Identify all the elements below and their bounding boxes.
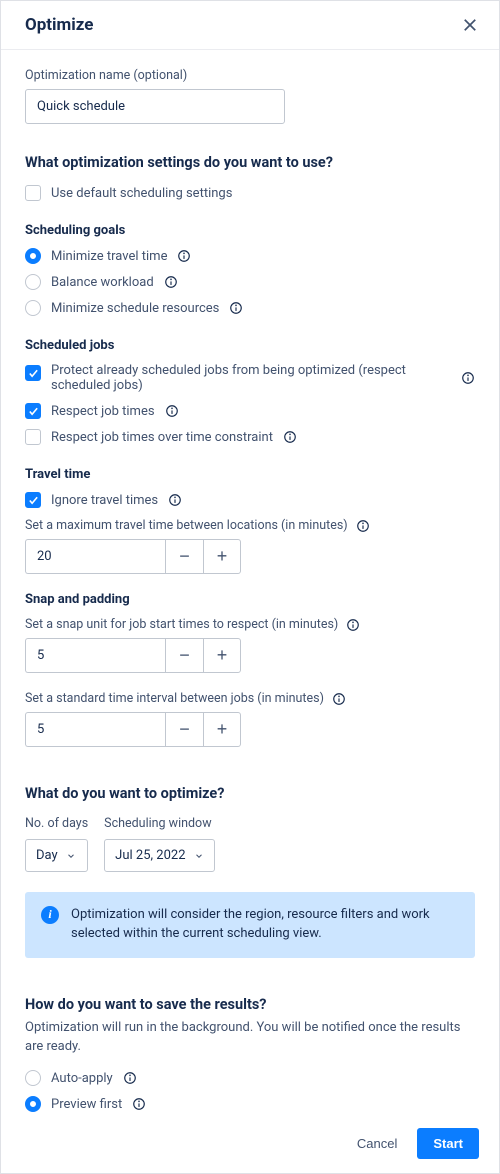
max-travel-input[interactable]: [25, 539, 165, 574]
snap-unit-decrement[interactable]: −: [165, 638, 203, 673]
jobs-subsection: Scheduled jobs Protect already scheduled…: [25, 338, 475, 445]
goals-subsection: Scheduling goals Minimize travel time Ba…: [25, 223, 475, 316]
snap-subsection: Snap and padding Set a snap unit for job…: [25, 592, 475, 747]
info-icon[interactable]: [123, 1071, 137, 1085]
modal-body: Optimization name (optional) What optimi…: [1, 50, 499, 1114]
info-icon[interactable]: [229, 301, 243, 315]
minimize-travel-label: Minimize travel time: [51, 249, 167, 264]
snap-unit-label: Set a snap unit for job start times to r…: [25, 617, 338, 632]
days-label: No. of days: [25, 816, 88, 831]
info-icon[interactable]: [461, 371, 475, 385]
respect-job-times-label: Respect job times: [51, 404, 155, 419]
info-icon[interactable]: [346, 618, 360, 632]
interval-increment[interactable]: +: [203, 712, 241, 747]
info-icon[interactable]: [356, 519, 370, 533]
preview-first-radio[interactable]: [25, 1096, 41, 1112]
snap-unit-increment[interactable]: +: [203, 638, 241, 673]
start-button[interactable]: Start: [417, 1128, 479, 1159]
respect-over-constraint-checkbox[interactable]: [25, 429, 41, 445]
info-banner: i Optimization will consider the region,…: [25, 892, 475, 958]
preview-first-label: Preview first: [51, 1097, 122, 1112]
save-heading: How do you want to save the results?: [25, 996, 475, 1013]
window-label: Scheduling window: [104, 816, 214, 831]
close-icon[interactable]: [461, 16, 479, 34]
snap-unit-input[interactable]: [25, 638, 165, 673]
save-section: How do you want to save the results? Opt…: [25, 996, 475, 1113]
optimization-name-input[interactable]: [25, 89, 285, 124]
save-subtext: Optimization will run in the background.…: [25, 1019, 475, 1057]
use-default-checkbox[interactable]: [25, 185, 41, 201]
info-banner-text: Optimization will consider the region, r…: [71, 906, 459, 944]
auto-apply-radio[interactable]: [25, 1070, 41, 1086]
chevron-down-icon: [194, 851, 204, 861]
chevron-down-icon: [66, 851, 76, 861]
auto-apply-label: Auto-apply: [51, 1071, 113, 1086]
protect-jobs-label: Protect already scheduled jobs from bein…: [51, 363, 451, 393]
max-travel-increment[interactable]: +: [203, 539, 241, 574]
minimize-resources-radio[interactable]: [25, 300, 41, 316]
travel-heading: Travel time: [25, 467, 475, 482]
goals-heading: Scheduling goals: [25, 223, 475, 238]
info-icon[interactable]: [332, 692, 346, 706]
travel-subsection: Travel time Ignore travel times Set a ma…: [25, 467, 475, 574]
interval-input[interactable]: [25, 712, 165, 747]
interval-decrement[interactable]: −: [165, 712, 203, 747]
info-icon[interactable]: [132, 1097, 146, 1111]
optimize-what-section: What do you want to optimize? No. of day…: [25, 785, 475, 958]
info-banner-icon: i: [41, 906, 59, 924]
max-travel-label: Set a maximum travel time between locati…: [25, 518, 348, 533]
optimization-name-label: Optimization name (optional): [25, 68, 475, 83]
respect-job-times-checkbox[interactable]: [25, 403, 41, 419]
modal-header: Optimize: [1, 1, 499, 50]
interval-label: Set a standard time interval between job…: [25, 691, 324, 706]
info-icon[interactable]: [164, 275, 178, 289]
balance-workload-label: Balance workload: [51, 275, 154, 290]
days-value: Day: [36, 848, 58, 863]
jobs-heading: Scheduled jobs: [25, 338, 475, 353]
modal-title: Optimize: [25, 15, 93, 35]
optimize-what-heading: What do you want to optimize?: [25, 785, 475, 802]
protect-jobs-checkbox[interactable]: [25, 365, 41, 381]
window-dropdown[interactable]: Jul 25, 2022: [104, 839, 214, 872]
max-travel-decrement[interactable]: −: [165, 539, 203, 574]
ignore-travel-label: Ignore travel times: [51, 493, 158, 508]
info-icon[interactable]: [177, 249, 191, 263]
minimize-travel-radio[interactable]: [25, 248, 41, 264]
minimize-resources-label: Minimize schedule resources: [51, 301, 219, 316]
use-default-label: Use default scheduling settings: [51, 186, 232, 201]
cancel-button[interactable]: Cancel: [345, 1128, 409, 1159]
respect-over-constraint-label: Respect job times over time constraint: [51, 430, 273, 445]
snap-heading: Snap and padding: [25, 592, 475, 607]
ignore-travel-checkbox[interactable]: [25, 492, 41, 508]
settings-heading: What optimization settings do you want t…: [25, 154, 475, 171]
modal-footer: Cancel Start: [1, 1114, 499, 1173]
info-icon[interactable]: [283, 430, 297, 444]
window-value: Jul 25, 2022: [115, 848, 185, 863]
days-dropdown[interactable]: Day: [25, 839, 88, 872]
info-icon[interactable]: [165, 404, 179, 418]
settings-section: What optimization settings do you want t…: [25, 154, 475, 747]
info-icon[interactable]: [168, 493, 182, 507]
optimize-modal: Optimize Optimization name (optional) Wh…: [0, 0, 500, 1174]
balance-workload-radio[interactable]: [25, 274, 41, 290]
